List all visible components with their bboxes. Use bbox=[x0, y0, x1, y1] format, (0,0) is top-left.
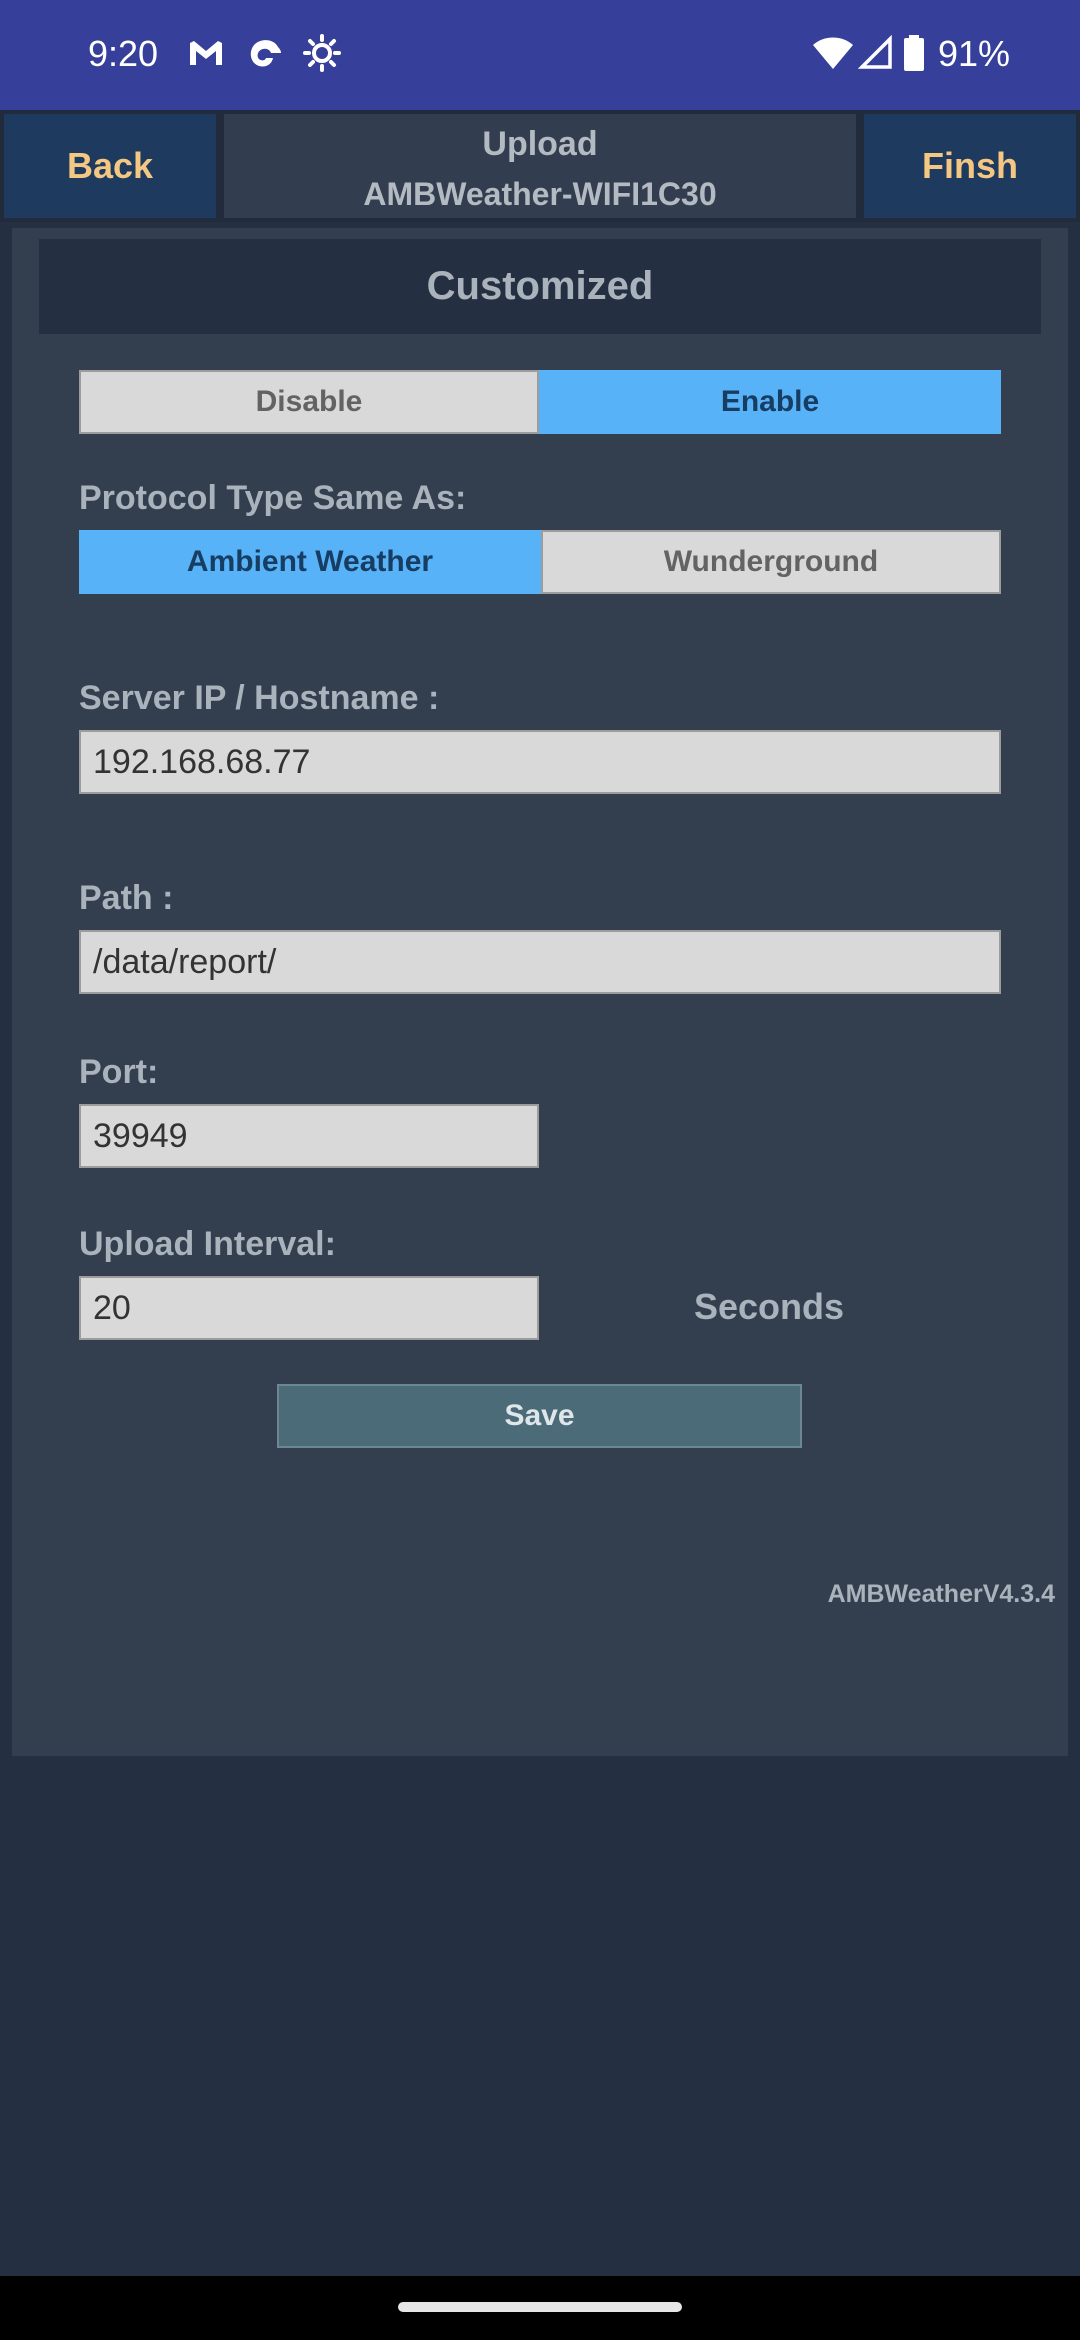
back-button[interactable]: Back bbox=[4, 114, 216, 218]
gmail-icon bbox=[190, 41, 222, 65]
swirl-app-icon bbox=[250, 40, 281, 67]
page-title-line1: Upload bbox=[482, 125, 598, 163]
port-input[interactable]: 39949 bbox=[79, 1104, 539, 1168]
path-input[interactable]: /data/report/ bbox=[79, 930, 1001, 994]
interval-unit-label: Seconds bbox=[694, 1286, 845, 1327]
top-nav-bar: Back Upload AMBWeather-WIFI1C30 Finsh bbox=[0, 110, 1080, 222]
server-label: Server IP / Hostname : bbox=[79, 679, 440, 717]
disable-option[interactable]: Disable bbox=[79, 370, 539, 434]
page-title-device: AMBWeather-WIFI1C30 bbox=[363, 176, 717, 212]
cell-signal-icon bbox=[857, 34, 892, 69]
protocol-ambient-option[interactable]: Ambient Weather bbox=[79, 530, 541, 594]
path-label: Path : bbox=[79, 879, 174, 917]
brightness-icon bbox=[303, 34, 341, 72]
home-gesture-handle[interactable] bbox=[398, 2302, 682, 2312]
enable-option[interactable]: Enable bbox=[539, 370, 1001, 434]
port-label: Port: bbox=[79, 1053, 159, 1091]
battery-percentage: 91% bbox=[938, 33, 1011, 74]
battery-icon bbox=[904, 35, 924, 71]
status-bar: 9:20 91% bbox=[0, 0, 1080, 110]
section-title: Customized bbox=[39, 239, 1041, 334]
protocol-label: Protocol Type Same As: bbox=[79, 479, 467, 517]
server-input[interactable]: 192.168.68.77 bbox=[79, 730, 1001, 794]
interval-label: Upload Interval: bbox=[79, 1225, 336, 1263]
save-button[interactable]: Save bbox=[277, 1384, 802, 1448]
version-label: AMBWeatherV4.3.4 bbox=[827, 1580, 1055, 1608]
wifi-icon bbox=[813, 37, 853, 69]
interval-input[interactable]: 20 bbox=[79, 1276, 539, 1340]
finish-button[interactable]: Finsh bbox=[864, 114, 1076, 218]
page-title: Upload AMBWeather-WIFI1C30 bbox=[224, 114, 856, 218]
status-time: 9:20 bbox=[88, 33, 159, 74]
protocol-wunderground-option[interactable]: Wunderground bbox=[541, 530, 1001, 594]
